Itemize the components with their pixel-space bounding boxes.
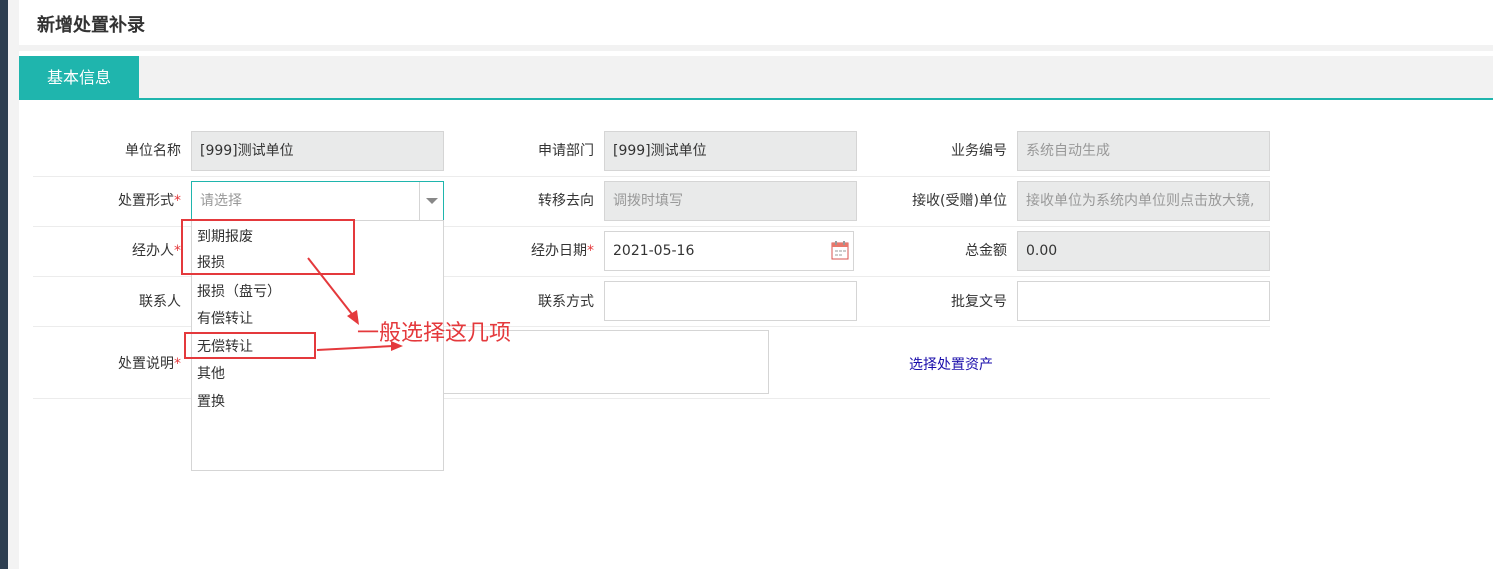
dispose-form-select[interactable]: 请选择 — [191, 181, 444, 221]
label-unit-name: 单位名称 — [125, 143, 181, 159]
unit-name-field: [999]测试单位 — [191, 131, 444, 171]
label-contact: 联系人 — [139, 294, 181, 310]
label-total-amount: 总金额 — [965, 243, 1007, 259]
receiver-field[interactable]: 接收单位为系统内单位则点击放大镜, — [1017, 181, 1270, 221]
total-amount-field: 0.00 — [1017, 231, 1270, 271]
label-apply-dept: 申请部门 — [538, 143, 594, 159]
approval-no-input[interactable] — [1017, 281, 1270, 321]
label-receiver: 接收(受赠)单位 — [912, 193, 1007, 209]
dropdown-option[interactable]: 置换 — [197, 389, 225, 415]
left-sidebar-edge — [0, 0, 8, 569]
highlight-box — [184, 332, 316, 359]
label-dispose-form: 处置形式* — [118, 193, 181, 209]
contact-way-input[interactable] — [604, 281, 857, 321]
label-handler: 经办人* — [132, 243, 181, 259]
highlight-box — [181, 219, 355, 275]
handle-date-input[interactable]: 2021-05-16 — [604, 231, 854, 271]
dropdown-option[interactable]: 有偿转让 — [197, 306, 253, 332]
row-divider — [33, 176, 1270, 177]
page-title: 新增处置补录 — [37, 15, 145, 36]
transfer-to-field: 调拨时填写 — [604, 181, 857, 221]
tab-bar: 基本信息 — [19, 56, 1493, 100]
dispose-form-placeholder: 请选择 — [200, 193, 242, 209]
annotation-text: 一般选择这几项 — [357, 321, 512, 346]
dropdown-option[interactable]: 其他 — [197, 361, 225, 387]
label-handle-date: 经办日期* — [531, 243, 594, 259]
label-biz-no: 业务编号 — [951, 143, 1007, 159]
left-gutter — [8, 0, 19, 569]
label-transfer-to: 转移去向 — [538, 193, 594, 209]
dropdown-option[interactable]: 报损（盘亏） — [197, 279, 281, 305]
label-approval-no: 批复文号 — [951, 294, 1007, 310]
biz-no-field: 系统自动生成 — [1017, 131, 1270, 171]
label-dispose-note: 处置说明* — [118, 356, 181, 372]
apply-dept-field: [999]测试单位 — [604, 131, 857, 171]
handle-date-value: 2021-05-16 — [613, 243, 695, 259]
title-divider — [19, 45, 1493, 51]
select-assets-link[interactable]: 选择处置资产 — [909, 354, 993, 374]
tab-basic-info[interactable]: 基本信息 — [19, 56, 139, 100]
page: 新增处置补录 基本信息 单位名称 [999]测试单位 申请部门 [999]测试单… — [19, 0, 1493, 569]
